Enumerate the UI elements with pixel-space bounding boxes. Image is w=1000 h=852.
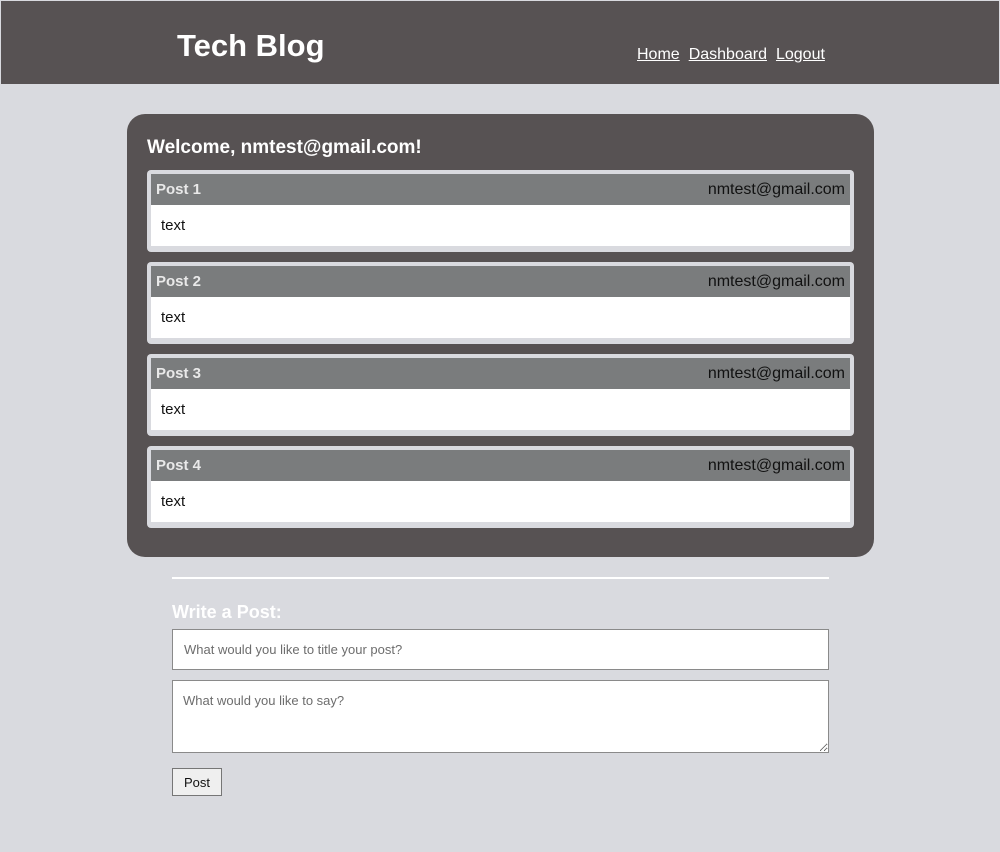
section-divider [172,577,829,579]
post-card[interactable]: Post 2 nmtest@gmail.com text [147,262,854,344]
post-body: text [151,481,850,522]
post-title: Post 1 [156,181,202,198]
submit-post-button[interactable]: Post [172,768,222,796]
post-body: text [151,205,850,246]
post-author: nmtest@gmail.com [707,272,845,290]
post-header: Post 4 nmtest@gmail.com [151,450,850,481]
nav-home-link[interactable]: Home [637,45,680,65]
post-body: text [151,297,850,338]
post-author: nmtest@gmail.com [707,364,845,382]
post-card[interactable]: Post 3 nmtest@gmail.com text [147,354,854,436]
post-header: Post 2 nmtest@gmail.com [151,266,850,297]
post-list: Post 1 nmtest@gmail.com text Post 2 nmte… [147,170,854,538]
welcome-heading: Welcome, nmtest@gmail.com! [147,137,422,158]
dashboard-card: Welcome, nmtest@gmail.com! Post 1 nmtest… [127,114,874,557]
post-card[interactable]: Post 4 nmtest@gmail.com text [147,446,854,528]
post-body: text [151,389,850,430]
write-post-heading: Write a Post: [172,602,282,622]
post-header: Post 1 nmtest@gmail.com [151,174,850,205]
post-body-textarea[interactable] [172,680,829,753]
post-title: Post 2 [156,273,202,290]
nav-logout-link[interactable]: Logout [776,45,825,65]
post-author: nmtest@gmail.com [707,456,845,474]
main-nav: Home Dashboard Logout [637,45,825,65]
post-card[interactable]: Post 1 nmtest@gmail.com text [147,170,854,252]
post-title: Post 4 [156,457,202,474]
post-author: nmtest@gmail.com [707,180,845,198]
post-title-input[interactable] [172,629,829,670]
site-title: Tech Blog [177,28,325,63]
nav-dashboard-link[interactable]: Dashboard [689,45,767,65]
header-bar: Tech Blog Home Dashboard Logout [1,1,999,84]
post-header: Post 3 nmtest@gmail.com [151,358,850,389]
post-title: Post 3 [156,365,202,382]
